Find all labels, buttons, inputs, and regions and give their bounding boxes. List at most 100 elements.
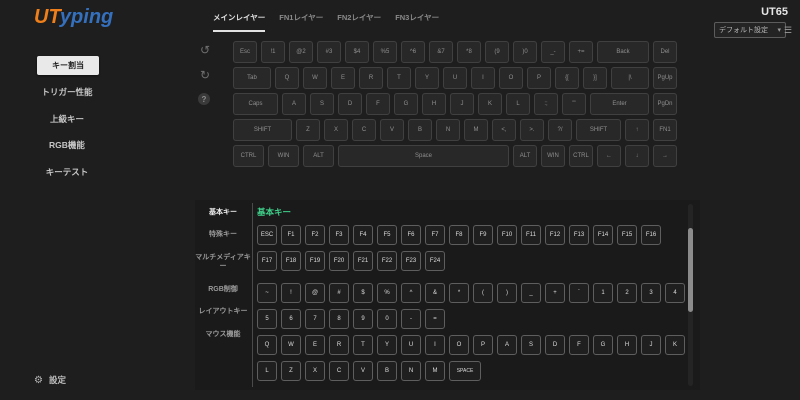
palette-key-R[interactable]: R [329, 335, 349, 355]
key-@2[interactable]: @2 [289, 41, 313, 63]
key-|\[interactable]: |\ [611, 67, 649, 89]
sidebar-item-trigger-performance[interactable]: トリガー性能 [0, 86, 134, 98]
palette-key-J[interactable]: J [641, 335, 661, 355]
tab-fn3-layer[interactable]: FN3レイヤー [395, 12, 439, 32]
key-)0[interactable]: )0 [513, 41, 537, 63]
key->.[interactable]: >. [520, 119, 544, 141]
key-Y[interactable]: Y [415, 67, 439, 89]
key-I[interactable]: I [471, 67, 495, 89]
palette-key-X[interactable]: X [305, 361, 325, 381]
palette-key-F22[interactable]: F22 [377, 251, 397, 271]
palette-key-A[interactable]: A [497, 335, 517, 355]
palette-key-P[interactable]: P [473, 335, 493, 355]
key-Q[interactable]: Q [275, 67, 299, 89]
key-WIN[interactable]: WIN [268, 145, 299, 167]
key-B[interactable]: B [408, 119, 432, 141]
key-Enter[interactable]: Enter [590, 93, 649, 115]
palette-key-_[interactable]: _ [521, 283, 541, 303]
key-ALT[interactable]: ALT [513, 145, 537, 167]
key-Caps[interactable]: Caps [233, 93, 278, 115]
palette-key-F8[interactable]: F8 [449, 225, 469, 245]
palette-key-)[interactable]: ) [497, 283, 517, 303]
key-#3[interactable]: #3 [317, 41, 341, 63]
key-G[interactable]: G [394, 93, 418, 115]
palette-key-2[interactable]: 2 [617, 283, 637, 303]
palette-key-F20[interactable]: F20 [329, 251, 349, 271]
key-F[interactable]: F [366, 93, 390, 115]
key-C[interactable]: C [352, 119, 376, 141]
palette-key-F23[interactable]: F23 [401, 251, 421, 271]
palette-key-F15[interactable]: F15 [617, 225, 637, 245]
key-CTRL[interactable]: CTRL [233, 145, 264, 167]
key-P[interactable]: P [527, 67, 551, 89]
palette-key-E[interactable]: E [305, 335, 325, 355]
key-+=[interactable]: += [569, 41, 593, 63]
palette-key-![interactable]: ! [281, 283, 301, 303]
palette-key-F11[interactable]: F11 [521, 225, 541, 245]
key-%5[interactable]: %5 [373, 41, 397, 63]
palette-key-F5[interactable]: F5 [377, 225, 397, 245]
palette-key-C[interactable]: C [329, 361, 349, 381]
palette-key-F12[interactable]: F12 [545, 225, 565, 245]
help-icon[interactable]: ? [198, 93, 210, 105]
palette-key-D[interactable]: D [545, 335, 565, 355]
palette-key-4[interactable]: 4 [665, 283, 685, 303]
palette-key-M[interactable]: M [425, 361, 445, 381]
palette-key-F3[interactable]: F3 [329, 225, 349, 245]
key-*8[interactable]: *8 [457, 41, 481, 63]
key-!1[interactable]: !1 [261, 41, 285, 63]
key-<,[interactable]: <, [492, 119, 516, 141]
key-L[interactable]: L [506, 93, 530, 115]
palette-key-F[interactable]: F [569, 335, 589, 355]
palette-key-3[interactable]: 3 [641, 283, 661, 303]
key-PgUp[interactable]: PgUp [653, 67, 677, 89]
palette-key-ESC[interactable]: ESC [257, 225, 277, 245]
key-{[[interactable]: {[ [555, 67, 579, 89]
sidebar-item-key-test[interactable]: キーテスト [0, 166, 134, 178]
palette-key-Q[interactable]: Q [257, 335, 277, 355]
palette-key-F13[interactable]: F13 [569, 225, 589, 245]
palette-key-N[interactable]: N [401, 361, 421, 381]
palette-key-O[interactable]: O [449, 335, 469, 355]
profile-dropdown[interactable]: デフォルト設定 ▾ [714, 22, 786, 38]
key-$4[interactable]: $4 [345, 41, 369, 63]
palette-key-6[interactable]: 6 [281, 309, 301, 329]
palette-key-0[interactable]: 0 [377, 309, 397, 329]
key-T[interactable]: T [387, 67, 411, 89]
palette-key-F14[interactable]: F14 [593, 225, 613, 245]
key-N[interactable]: N [436, 119, 460, 141]
palette-key-~[interactable]: ~ [257, 283, 277, 303]
key-?/[interactable]: ?/ [548, 119, 572, 141]
palette-key-B[interactable]: B [377, 361, 397, 381]
palette-key-%[interactable]: % [377, 283, 397, 303]
palette-key-=[interactable]: = [425, 309, 445, 329]
key-Space[interactable]: Space [338, 145, 509, 167]
key-:;[interactable]: :; [534, 93, 558, 115]
key-CTRL[interactable]: CTRL [569, 145, 593, 167]
palette-key-K[interactable]: K [665, 335, 685, 355]
palette-key-H[interactable]: H [617, 335, 637, 355]
palette-key-U[interactable]: U [401, 335, 421, 355]
palette-key-F4[interactable]: F4 [353, 225, 373, 245]
key-U[interactable]: U [443, 67, 467, 89]
reset-icon[interactable]: ↻ [198, 68, 212, 82]
palette-key-F24[interactable]: F24 [425, 251, 445, 271]
key-↑[interactable]: ↑ [625, 119, 649, 141]
key-^6[interactable]: ^6 [401, 41, 425, 63]
tab-fn2-layer[interactable]: FN2レイヤー [337, 12, 381, 32]
key-K[interactable]: K [478, 93, 502, 115]
key-Back[interactable]: Back [597, 41, 649, 63]
palette-key-([interactable]: ( [473, 283, 493, 303]
palette-key-5[interactable]: 5 [257, 309, 277, 329]
key-A[interactable]: A [282, 93, 306, 115]
palette-key-1[interactable]: 1 [593, 283, 613, 303]
key-S[interactable]: S [310, 93, 334, 115]
palette-key-F19[interactable]: F19 [305, 251, 325, 271]
palette-key-I[interactable]: I [425, 335, 445, 355]
palette-key-Z[interactable]: Z [281, 361, 301, 381]
scrollbar-thumb[interactable] [688, 228, 693, 312]
palette-key--[interactable]: - [401, 309, 421, 329]
palette-tab-basic-keys[interactable]: 基本キー [195, 208, 251, 217]
palette-key-SPACE[interactable]: SPACE [449, 361, 481, 381]
key-X[interactable]: X [324, 119, 348, 141]
